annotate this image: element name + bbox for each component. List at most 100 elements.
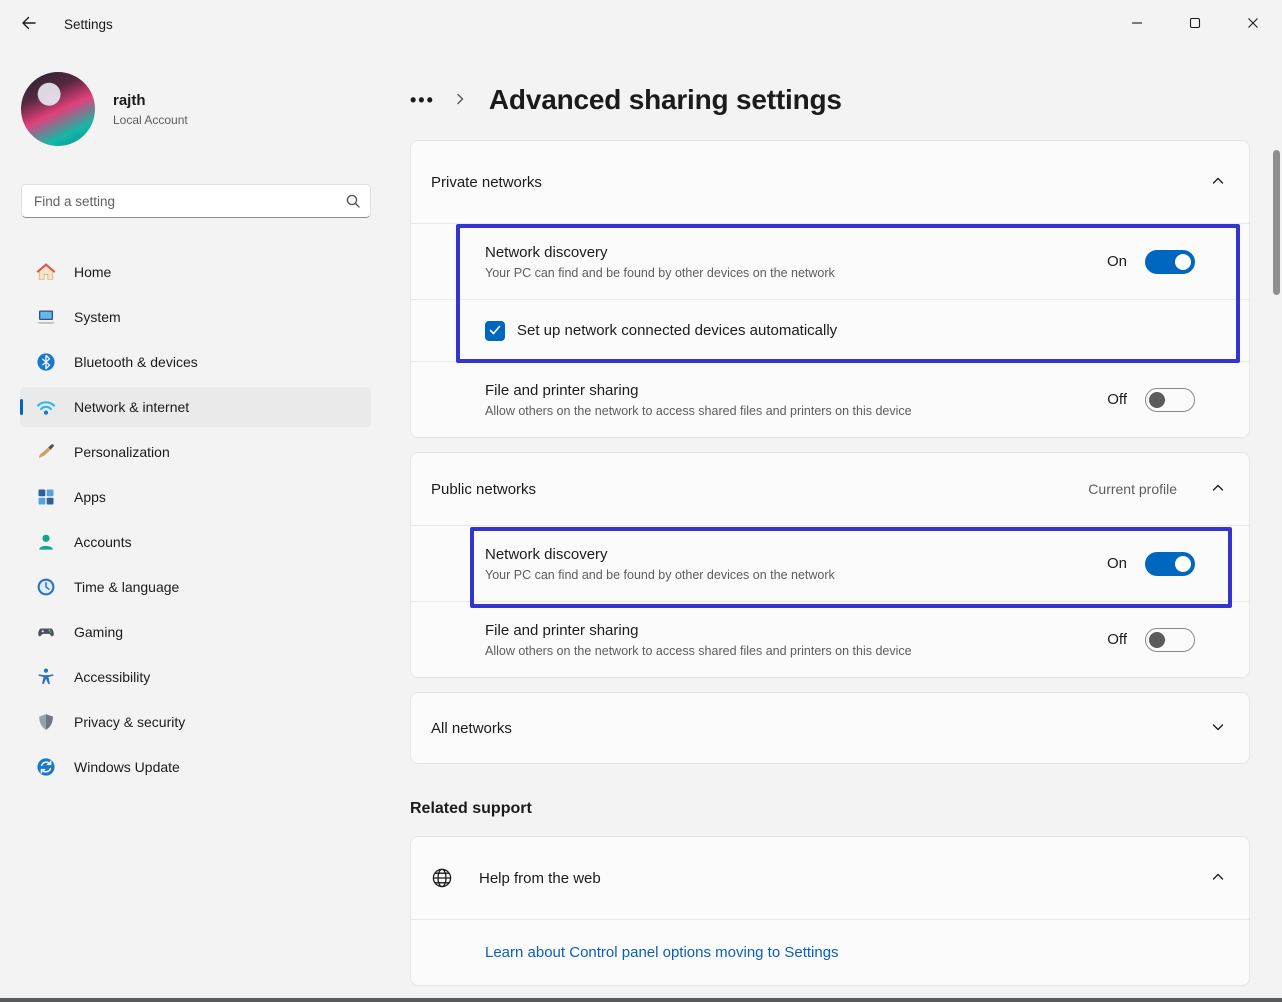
- setting-title: File and printer sharing: [485, 382, 1107, 399]
- minimize-icon: [1131, 16, 1143, 32]
- maximize-icon: [1189, 16, 1201, 32]
- toggle-state-label: On: [1107, 253, 1127, 270]
- search-box: [21, 184, 371, 218]
- sidebar-item-label: Accounts: [74, 534, 132, 550]
- public-networks-card: Public networks Current profile Network …: [410, 452, 1250, 678]
- setting-title: Network discovery: [485, 546, 1107, 563]
- window-controls: [1108, 0, 1282, 48]
- sidebar-item-time-language[interactable]: Time & language: [20, 567, 371, 607]
- related-support-heading: Related support: [410, 800, 1250, 818]
- user-name: rajth: [113, 92, 188, 109]
- chevron-up-icon: [1211, 481, 1225, 498]
- checkmark-icon: [489, 323, 501, 339]
- breadcrumb-ellipsis-button[interactable]: •••: [410, 90, 435, 111]
- sidebar-item-windows-update[interactable]: Windows Update: [20, 747, 371, 787]
- help-from-web-header[interactable]: Help from the web: [411, 837, 1249, 919]
- person-icon: [36, 532, 56, 552]
- toggle-knob: [1149, 632, 1165, 648]
- private-file-sharing-toggle[interactable]: [1145, 388, 1195, 412]
- minimize-button[interactable]: [1108, 0, 1166, 48]
- public-network-discovery-toggle[interactable]: [1145, 552, 1195, 576]
- help-from-web-title: Help from the web: [479, 870, 1185, 887]
- public-file-sharing-text: File and printer sharing Allow others on…: [485, 622, 1107, 658]
- user-account-type: Local Account: [113, 113, 188, 127]
- window-title: Settings: [64, 17, 113, 32]
- setting-description: Allow others on the network to access sh…: [485, 644, 1107, 658]
- chevron-right-icon: [453, 92, 467, 109]
- user-account-block[interactable]: rajth Local Account: [21, 72, 390, 146]
- public-network-discovery-text: Network discovery Your PC can find and b…: [485, 546, 1107, 582]
- paintbrush-icon: [36, 442, 56, 462]
- sidebar-item-gaming[interactable]: Gaming: [20, 612, 371, 652]
- public-file-sharing-toggle[interactable]: [1145, 628, 1195, 652]
- accessibility-person-icon: [36, 667, 56, 687]
- public-network-discovery-row: Network discovery Your PC can find and b…: [411, 525, 1249, 601]
- back-button[interactable]: [8, 7, 48, 41]
- update-arrows-icon: [36, 757, 56, 777]
- shield-icon: [36, 712, 56, 732]
- close-icon: [1247, 16, 1259, 32]
- sidebar-item-bluetooth-devices[interactable]: Bluetooth & devices: [20, 342, 371, 382]
- page-title: Advanced sharing settings: [489, 84, 842, 116]
- toggle-state-label: Off: [1107, 391, 1127, 408]
- close-button[interactable]: [1224, 0, 1282, 48]
- sidebar-item-system[interactable]: System: [20, 297, 371, 337]
- user-text: rajth Local Account: [113, 92, 188, 127]
- setting-title: Network discovery: [485, 244, 1107, 261]
- sidebar-item-home[interactable]: Home: [20, 252, 371, 292]
- breadcrumb: ••• Advanced sharing settings: [410, 74, 1250, 126]
- sidebar-item-accounts[interactable]: Accounts: [20, 522, 371, 562]
- maximize-button[interactable]: [1166, 0, 1224, 48]
- system-icon: [36, 307, 56, 327]
- sidebar-item-label: Windows Update: [74, 759, 180, 775]
- setting-description: Your PC can find and be found by other d…: [485, 266, 1107, 280]
- setting-title: File and printer sharing: [485, 622, 1107, 639]
- control-panel-options-link[interactable]: Learn about Control panel options moving…: [485, 944, 839, 961]
- public-networks-header[interactable]: Public networks Current profile: [411, 453, 1249, 525]
- help-from-web-card: Help from the web Learn about Control pa…: [410, 836, 1250, 986]
- sidebar: rajth Local Account Home System Blueto: [0, 48, 390, 998]
- sidebar-item-network-internet[interactable]: Network & internet: [20, 387, 371, 427]
- help-link-row: Learn about Control panel options moving…: [411, 919, 1249, 985]
- scrollbar-thumb[interactable]: [1273, 150, 1280, 295]
- sidebar-item-label: Home: [74, 264, 111, 280]
- scrollbar-track[interactable]: [1272, 60, 1280, 990]
- apps-grid-icon: [36, 487, 56, 507]
- sidebar-item-label: Apps: [74, 489, 106, 505]
- network-wifi-icon: [36, 397, 56, 417]
- sidebar-item-accessibility[interactable]: Accessibility: [20, 657, 371, 697]
- setup-devices-checkbox[interactable]: [485, 321, 505, 341]
- avatar: [21, 72, 95, 146]
- sidebar-item-label: Accessibility: [74, 669, 150, 685]
- sidebar-item-label: Bluetooth & devices: [74, 354, 198, 370]
- toggle-knob: [1175, 254, 1191, 270]
- all-networks-header[interactable]: All networks: [411, 693, 1249, 763]
- main-content: ••• Advanced sharing settings Private ne…: [390, 48, 1250, 1002]
- window-bottom-edge: [0, 998, 1282, 1002]
- private-networks-card: Private networks Network discovery Your …: [410, 140, 1250, 438]
- public-file-sharing-row: File and printer sharing Allow others on…: [411, 601, 1249, 677]
- toggle-knob: [1149, 392, 1165, 408]
- sidebar-item-label: Time & language: [74, 579, 179, 595]
- setting-description: Allow others on the network to access sh…: [485, 404, 1107, 418]
- sidebar-item-apps[interactable]: Apps: [20, 477, 371, 517]
- sidebar-item-personalization[interactable]: Personalization: [20, 432, 371, 472]
- setup-devices-row: Set up network connected devices automat…: [411, 299, 1249, 361]
- toggle-state-label: On: [1107, 555, 1127, 572]
- search-input[interactable]: [21, 184, 371, 218]
- private-networks-header[interactable]: Private networks: [411, 141, 1249, 223]
- sidebar-item-privacy-security[interactable]: Privacy & security: [20, 702, 371, 742]
- home-icon: [36, 262, 56, 282]
- sidebar-item-label: Network & internet: [74, 399, 189, 415]
- sidebar-item-label: Gaming: [74, 624, 123, 640]
- private-network-discovery-toggle[interactable]: [1145, 250, 1195, 274]
- all-networks-title: All networks: [431, 720, 1211, 737]
- sidebar-nav: Home System Bluetooth & devices Network …: [0, 252, 390, 787]
- private-network-discovery-text: Network discovery Your PC can find and b…: [485, 244, 1107, 280]
- globe-icon: [431, 867, 453, 889]
- settings-content: Private networks Network discovery Your …: [410, 140, 1250, 986]
- toggle-knob: [1175, 556, 1191, 572]
- private-network-discovery-row: Network discovery Your PC can find and b…: [411, 223, 1249, 299]
- sidebar-item-label: Privacy & security: [74, 714, 185, 730]
- bluetooth-icon: [36, 352, 56, 372]
